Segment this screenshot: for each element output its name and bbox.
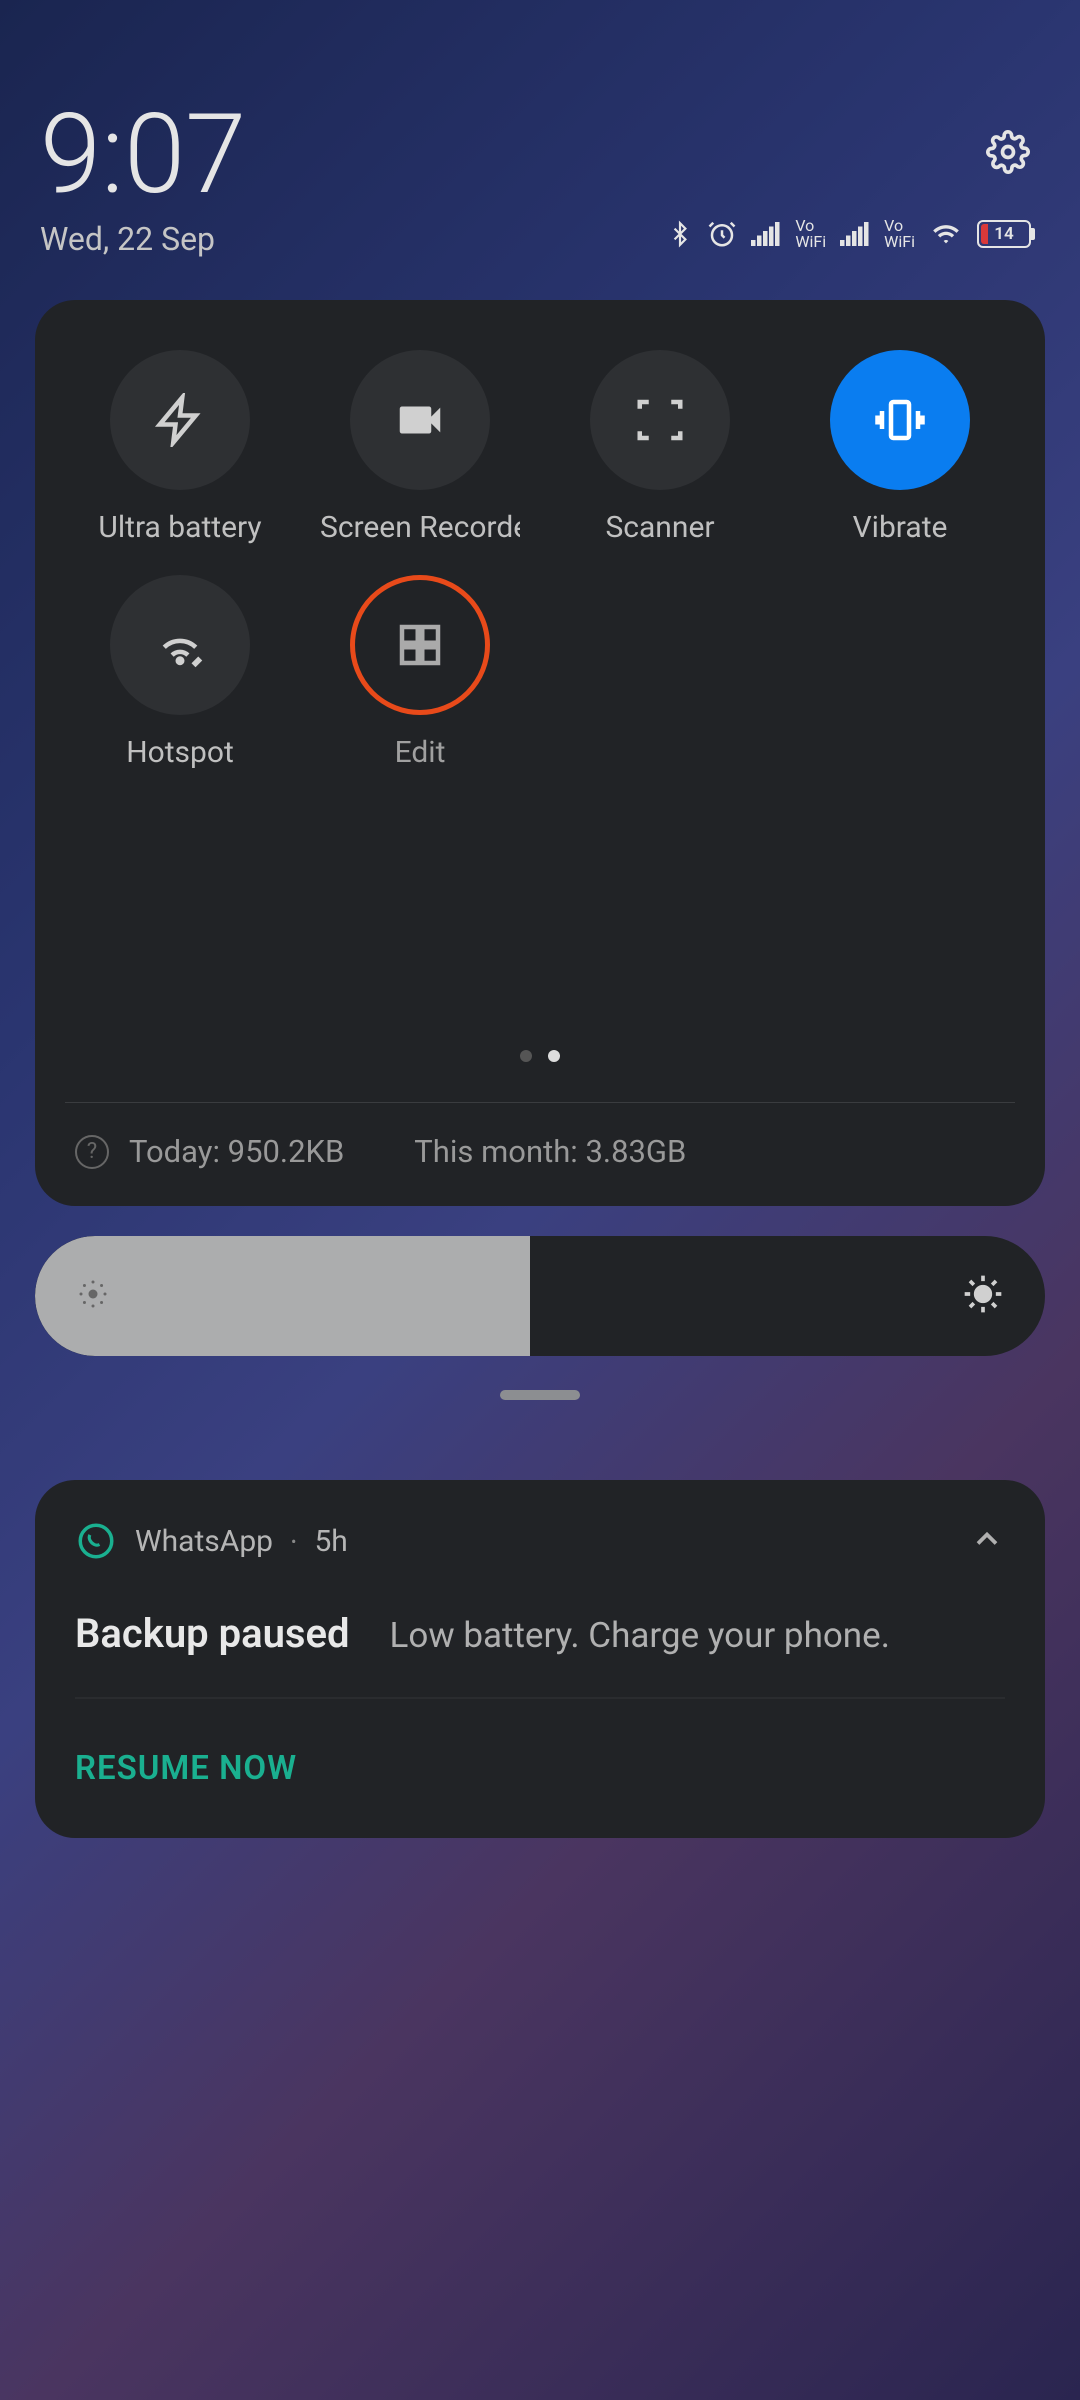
signal-icon-1 [751,221,781,247]
chevron-up-icon [969,1521,1005,1557]
clock-time: 9:07 [40,100,246,210]
question-icon: ? [75,1135,109,1169]
grid-icon [393,618,447,672]
bolt-icon [153,393,207,447]
gear-icon [986,130,1030,174]
brightness-slider[interactable] [35,1236,1045,1356]
brightness-low-icon [75,1276,111,1316]
vibrate-icon [873,393,927,447]
tile-label: Hotspot [126,735,234,770]
tile-edit[interactable]: Edit [305,575,535,770]
whatsapp-icon [75,1520,117,1562]
notification-text: Low battery. Charge your phone. [390,1615,890,1656]
tile-hotspot[interactable]: Hotspot [65,575,295,770]
data-today: Today: 950.2KB [129,1133,344,1170]
wifi-icon [929,220,963,248]
drag-handle[interactable] [500,1390,580,1400]
video-icon [393,393,447,447]
tile-label: Vibrate [853,510,948,545]
notification-time: 5h [314,1524,347,1559]
tile-label: Scanner [605,510,714,545]
separator-dot: • [291,1532,296,1551]
page-indicator[interactable] [65,1050,1015,1062]
settings-button[interactable] [986,100,1040,178]
data-month: This month: 3.83GB [414,1133,686,1170]
vowifi-icon-1: VoWiFi [795,218,826,250]
notification-shade-header: 9:07 Wed, 22 Sep VoWiFi VoWiFi [0,0,1080,270]
bluetooth-icon [667,218,693,250]
page-dot-active [548,1050,560,1062]
tile-vibrate[interactable]: Vibrate [785,350,1015,545]
scan-icon [633,393,687,447]
separator [75,1697,1005,1699]
collapse-button[interactable] [969,1521,1005,1561]
vowifi-icon-2: VoWiFi [884,218,915,250]
notification-title: Backup paused [75,1610,350,1657]
tile-scanner[interactable]: Scanner [545,350,775,545]
battery-indicator: 14 [977,220,1035,248]
data-usage-row[interactable]: ? Today: 950.2KB This month: 3.83GB [65,1103,1015,1176]
alarm-icon [707,219,737,249]
notification-app-name: WhatsApp [135,1524,273,1559]
signal-icon-2 [840,221,870,247]
tile-screen-recorder[interactable]: Screen Recorder [305,350,535,545]
tile-label: Edit [395,735,446,770]
notification-card[interactable]: WhatsApp • 5h Backup paused Low battery.… [35,1480,1045,1838]
hotspot-icon [153,618,207,672]
tile-label: Ultra battery [98,510,261,545]
resume-now-button[interactable]: RESUME NOW [75,1749,1005,1788]
quick-settings-panel: Ultra battery Screen Recorder Scanner Vi… [35,300,1045,1206]
tile-ultra-battery[interactable]: Ultra battery [65,350,295,545]
tile-label: Screen Recorder [320,510,520,545]
brightness-high-icon [961,1272,1005,1320]
page-dot [520,1050,532,1062]
